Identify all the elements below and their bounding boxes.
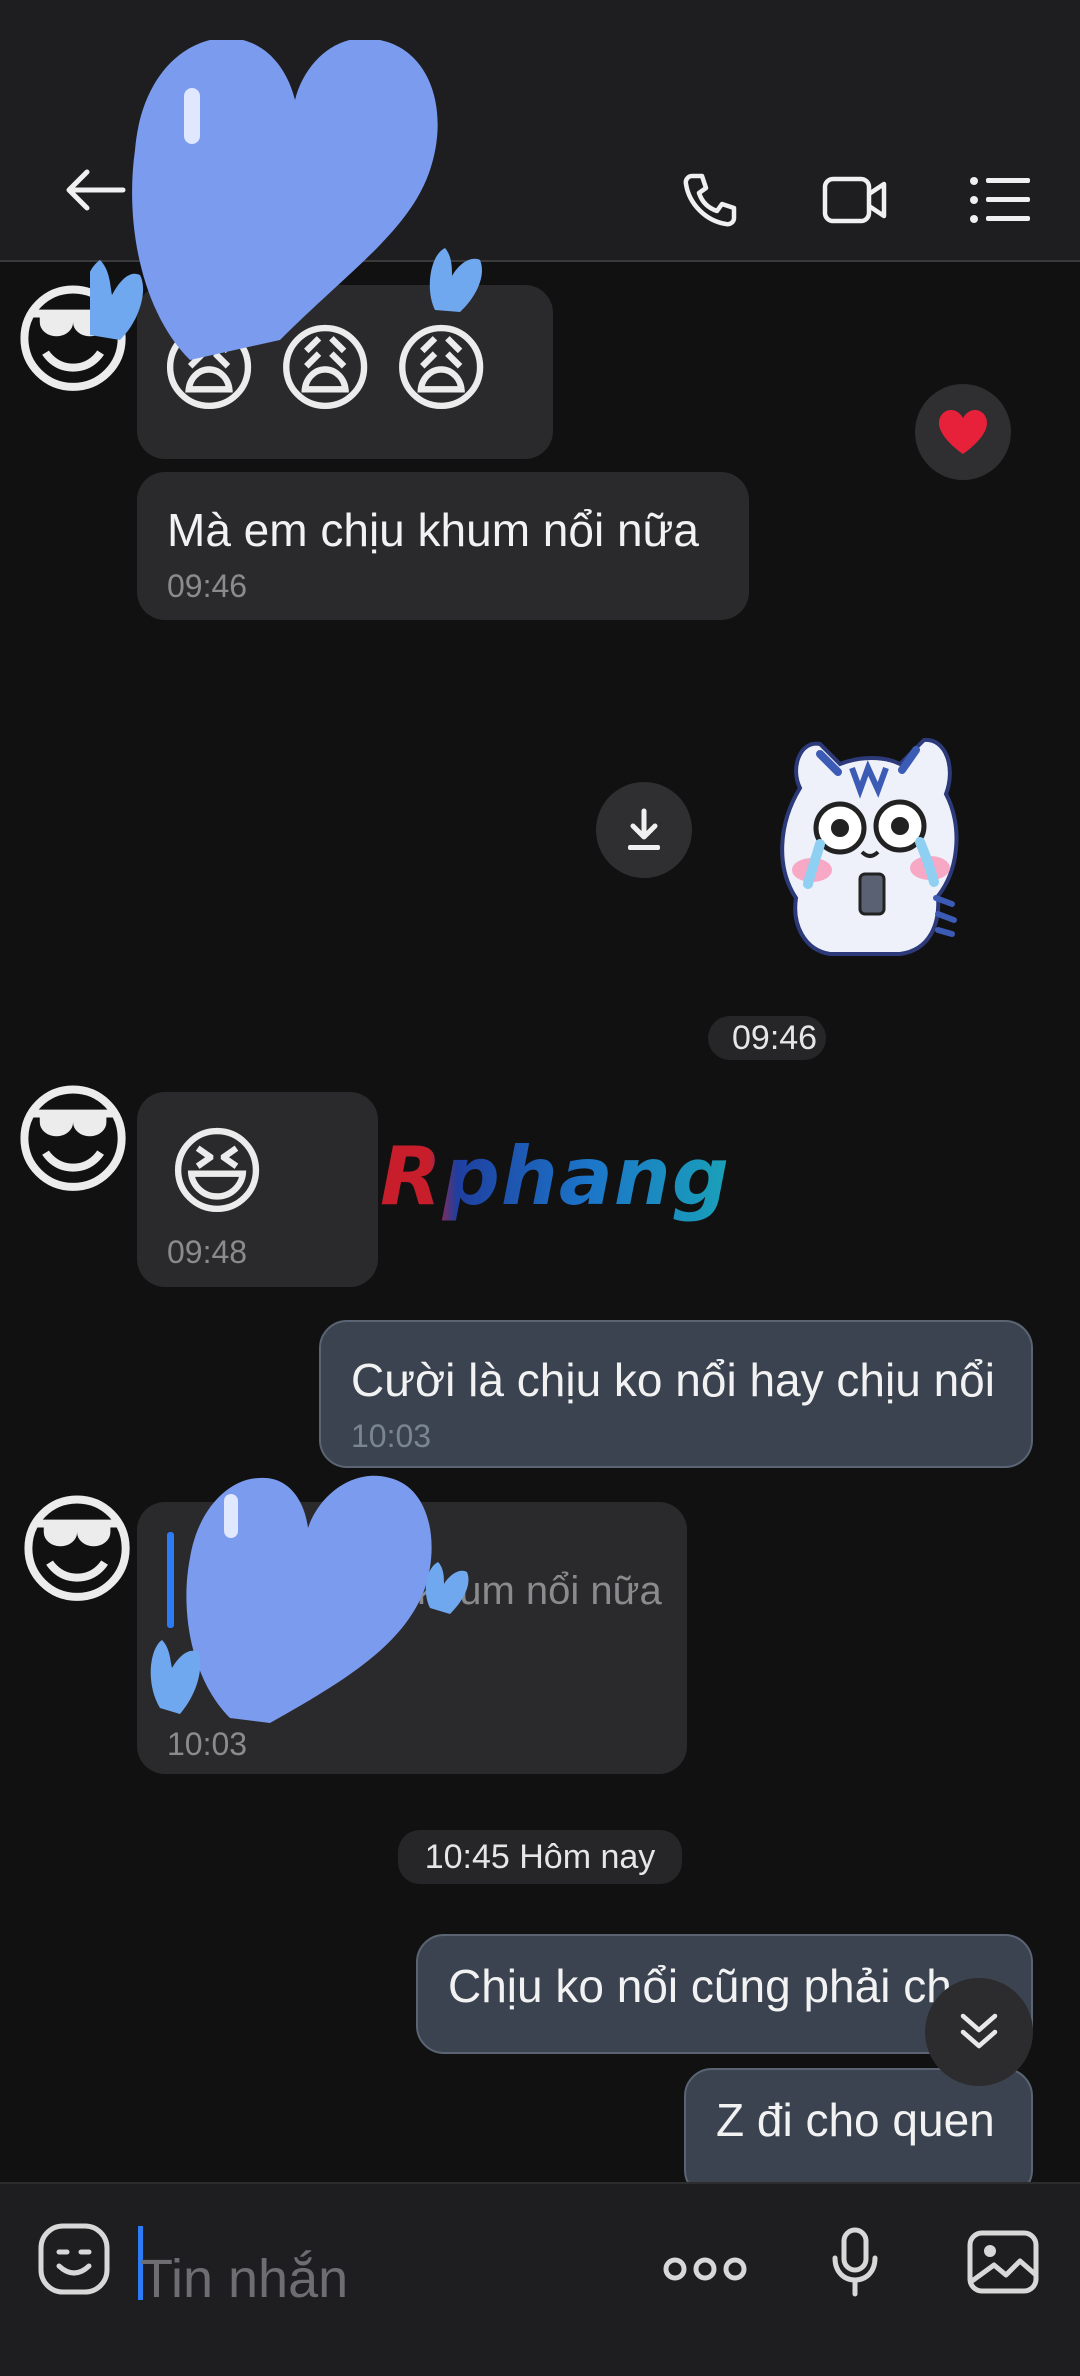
back-button[interactable] (50, 150, 140, 230)
heart-icon (939, 410, 987, 454)
message-text: Mà em chịu khum nổi nữa (167, 504, 699, 556)
sticker-face-icon (38, 2223, 110, 2295)
avatar[interactable]: 😎 (0, 1068, 146, 1214)
sunglasses-emoji-avatar: 😎 (14, 1484, 140, 1618)
message-time: 10:03 (167, 1726, 248, 1762)
microphone-icon (832, 2227, 878, 2296)
phone-icon (683, 173, 737, 227)
arrow-left-icon (66, 169, 126, 211)
message-bubble-emojis[interactable]: 😩 😩 😩 (137, 285, 553, 459)
message-bubble-outgoing[interactable]: Cười là chịu ko nổi hay chịu nổi 10:03 (319, 1320, 1033, 1468)
message-bubble[interactable]: Mà em chịu khum nổi nữa 09:46 (137, 472, 749, 620)
list-menu-icon (970, 177, 1030, 223)
reply-quote-text: khum nổi nữa (417, 1569, 662, 1613)
message-input-bar: Tin nhắn (0, 2182, 1080, 2376)
video-call-button[interactable] (810, 160, 900, 240)
message-bubble-reply[interactable]: khum nổi nữa 10:03 (137, 1502, 687, 1774)
weary-emoji: 😩 (275, 316, 376, 423)
download-button[interactable] (596, 782, 692, 878)
message-bubble-outgoing[interactable]: Z đi cho quen (684, 2068, 1033, 2198)
voice-call-button[interactable] (670, 160, 750, 240)
sunglasses-emoji-avatar: 😎 (10, 1074, 136, 1208)
laughing-emoji: 😆 (167, 1119, 268, 1226)
message-time: 09:46 (167, 568, 248, 604)
scroll-to-bottom-button[interactable] (925, 1978, 1033, 2086)
message-text: Cười là chịu ko nổi hay chịu nổi (351, 1354, 995, 1406)
chat-screen: 😎 😩 😩 😩 Mà em chịu khum nổi nữa 09:46 09… (0, 0, 1080, 2376)
date-divider: 10:45 Hôm nay (398, 1830, 682, 1884)
message-bubble-emoji[interactable]: 😆 09:48 (137, 1092, 378, 1287)
sticker-time: 09:46 (708, 1016, 826, 1060)
avatar[interactable]: 😎 (0, 268, 146, 414)
message-text: Chịu ko nổi cũng phải ch (448, 1960, 952, 2012)
message-time: 09:48 (167, 1234, 248, 1270)
message-time: 10:03 (351, 1418, 432, 1454)
chat-header (0, 0, 1080, 262)
voice-record-button[interactable] (820, 2219, 890, 2304)
crying-cat-sticker[interactable] (760, 728, 980, 964)
video-icon (822, 176, 887, 224)
weary-emoji: 😩 (391, 316, 492, 423)
watermark: Rphang (380, 1130, 731, 1223)
image-icon (967, 2230, 1038, 2293)
more-options-button[interactable] (660, 2239, 750, 2299)
message-input[interactable]: Tin nhắn (140, 2239, 640, 2319)
more-dots-icon (663, 2257, 747, 2281)
gallery-button[interactable] (960, 2219, 1045, 2304)
reaction-button[interactable] (915, 384, 1011, 480)
avatar[interactable]: 😎 (4, 1478, 150, 1624)
emoji-picker-button[interactable] (34, 2219, 114, 2299)
message-text: Z đi cho quen (716, 2094, 995, 2146)
double-chevron-down-icon (960, 2013, 998, 2049)
menu-button[interactable] (955, 160, 1045, 240)
reply-quote-bar (167, 1532, 174, 1628)
weary-emoji: 😩 (159, 316, 260, 423)
download-icon (628, 808, 660, 850)
sunglasses-emoji-avatar: 😎 (10, 274, 136, 408)
